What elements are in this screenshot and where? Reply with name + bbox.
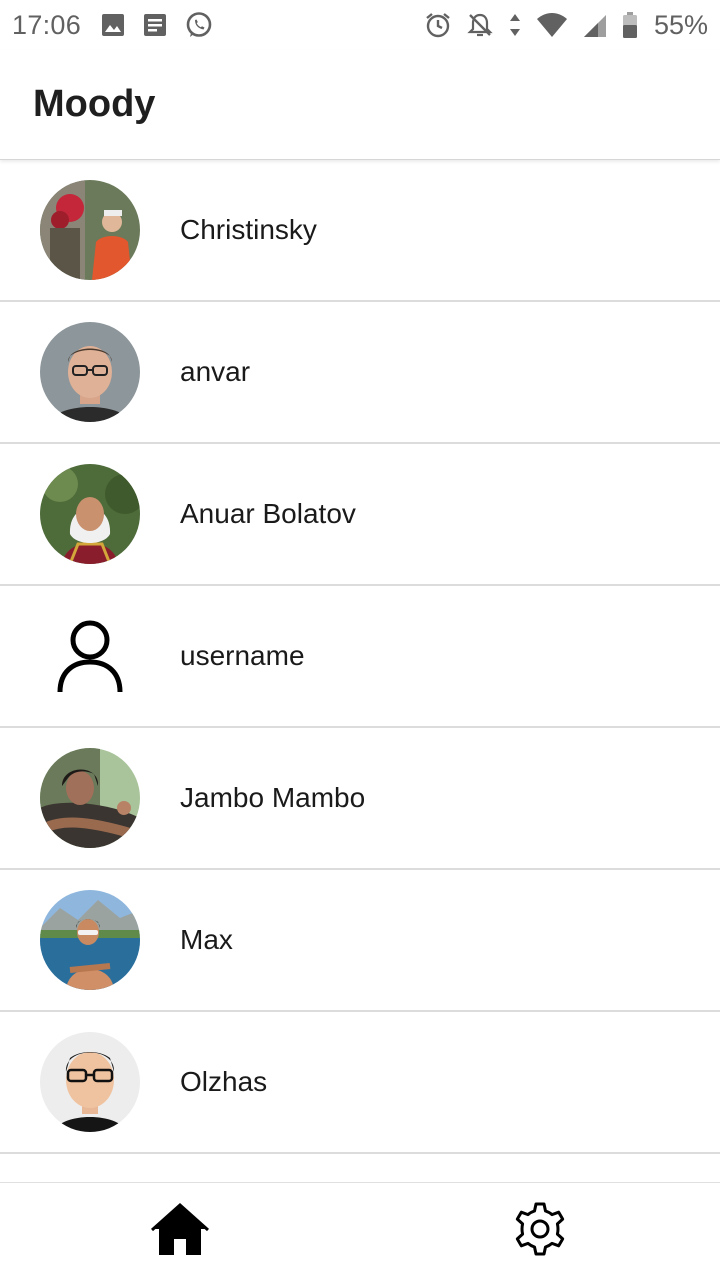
wifi-icon — [536, 11, 568, 39]
nav-home-button[interactable] — [0, 1183, 360, 1280]
battery-icon — [622, 11, 638, 39]
user-name: anvar — [180, 356, 251, 387]
user-list[interactable]: Christinsky anvar Anuar Bolatov username… — [0, 160, 720, 1182]
user-name: username — [180, 640, 305, 671]
signal-icon — [582, 11, 608, 39]
avatar — [40, 322, 140, 422]
list-item[interactable]: anvar — [0, 302, 720, 444]
user-name: Max — [180, 924, 233, 955]
status-time: 17:06 — [12, 9, 82, 40]
user-name: Christinsky — [180, 214, 317, 245]
list-item[interactable]: Olzhas — [0, 1012, 720, 1154]
list-item[interactable]: Max — [0, 870, 720, 1012]
whatsapp-icon — [185, 11, 213, 39]
avatar — [40, 890, 140, 990]
list-item[interactable]: Anuar Bolatov — [0, 444, 720, 586]
status-right-icons: 55% — [424, 10, 708, 41]
avatar — [40, 1032, 140, 1132]
person-outline-icon — [40, 606, 140, 706]
gear-icon — [512, 1201, 568, 1262]
user-name: Jambo Mambo — [180, 782, 366, 813]
status-left-icons — [101, 11, 213, 39]
app-title: Moody — [33, 83, 156, 125]
list-item[interactable]: Jambo Mambo — [0, 728, 720, 870]
user-name: Olzhas — [180, 1066, 268, 1097]
bottom-navigation — [0, 1182, 720, 1280]
avatar — [40, 180, 140, 280]
app-bar: Moody — [0, 50, 720, 160]
notifications-off-icon — [466, 11, 494, 39]
battery-percentage: 55% — [653, 9, 708, 40]
avatar — [40, 464, 140, 564]
home-icon — [150, 1201, 210, 1262]
nav-settings-button[interactable] — [360, 1183, 720, 1280]
message-icon — [143, 13, 167, 37]
status-bar: 17:06 55% — [0, 0, 720, 50]
image-icon — [101, 13, 125, 37]
avatar — [40, 748, 140, 848]
list-item[interactable]: username — [0, 586, 720, 728]
list-item[interactable]: Christinsky — [0, 160, 720, 302]
alarm-icon — [424, 11, 452, 39]
data-arrows-icon — [508, 11, 522, 39]
user-name: Anuar Bolatov — [180, 498, 356, 529]
